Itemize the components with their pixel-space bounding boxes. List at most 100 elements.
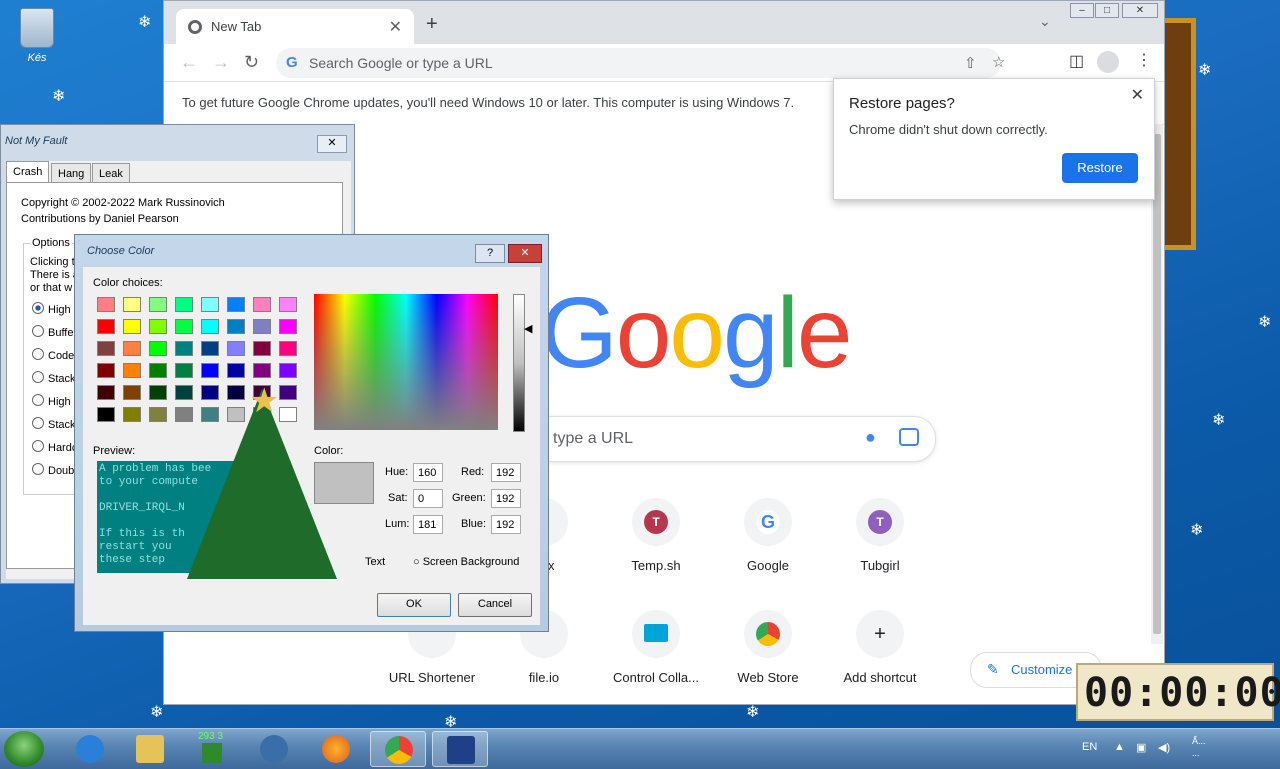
tab-new-tab[interactable]: New Tab ✕: [176, 9, 414, 44]
tab-leak[interactable]: Leak: [92, 163, 130, 184]
radio-text-label[interactable]: Text: [365, 556, 385, 568]
blue-field[interactable]: 192: [491, 515, 521, 534]
language-indicator[interactable]: EN: [1082, 741, 1097, 753]
color-swatch[interactable]: [149, 407, 167, 422]
luminance-arrow-icon[interactable]: ◀: [524, 322, 532, 335]
color-swatch[interactable]: [175, 319, 193, 334]
color-swatch[interactable]: [123, 319, 141, 334]
color-swatch[interactable]: [149, 319, 167, 334]
close-button[interactable]: ✕: [508, 244, 542, 263]
tab-hang[interactable]: Hang: [51, 163, 92, 184]
color-swatch[interactable]: [97, 297, 115, 312]
color-swatch[interactable]: [123, 297, 141, 312]
color-swatch[interactable]: [149, 297, 167, 312]
timer-gadget[interactable]: 00:00:00: [1076, 663, 1280, 721]
color-swatch[interactable]: [227, 319, 245, 334]
shortcut-tile[interactable]: T Tubgirl: [824, 498, 936, 598]
color-swatch[interactable]: [97, 363, 115, 378]
color-swatch[interactable]: [201, 297, 219, 312]
recycle-bin-icon[interactable]: Kés: [14, 8, 60, 64]
radio-buffer-overflow[interactable]: Buffer: [32, 325, 77, 339]
color-swatch[interactable]: [97, 407, 115, 422]
color-swatch[interactable]: [97, 385, 115, 400]
omnibox[interactable]: G Search Google or type a URL ⇧ ☆: [276, 48, 1005, 78]
color-swatch[interactable]: [175, 341, 193, 356]
color-swatch[interactable]: [175, 297, 193, 312]
color-swatch[interactable]: [253, 297, 271, 312]
sat-field[interactable]: 0: [413, 489, 443, 508]
back-arrow-icon[interactable]: ←: [180, 52, 198, 73]
color-swatch[interactable]: [279, 341, 297, 356]
profile-avatar-icon[interactable]: [1097, 51, 1119, 73]
color-swatch[interactable]: [279, 363, 297, 378]
color-swatch[interactable]: [97, 319, 115, 334]
side-panel-icon[interactable]: ◫: [1069, 51, 1084, 71]
color-swatch[interactable]: [149, 341, 167, 356]
maximize-button[interactable]: □: [1095, 3, 1119, 18]
camera-lens-icon[interactable]: [899, 428, 919, 446]
taskbar-explorer[interactable]: [122, 731, 178, 767]
close-window-button[interactable]: ✕: [1122, 3, 1158, 18]
taskbar-ie[interactable]: [62, 731, 118, 767]
color-swatch[interactable]: [253, 363, 271, 378]
color-spectrum[interactable]: [314, 294, 498, 430]
radio-hardcoded[interactable]: Hardc: [32, 440, 77, 454]
cancel-button[interactable]: Cancel: [458, 593, 532, 617]
menu-kebab-icon[interactable]: ⋮: [1136, 50, 1152, 70]
clock[interactable]: Ấ... ...: [1192, 735, 1206, 759]
radio-stack-trash[interactable]: Stack: [32, 371, 76, 385]
shortcut-tile[interactable]: G Google: [712, 498, 824, 598]
color-swatch[interactable]: [97, 341, 115, 356]
color-swatch[interactable]: [123, 363, 141, 378]
taskbar-firefox[interactable]: [308, 731, 364, 767]
color-swatch[interactable]: [149, 363, 167, 378]
network-icon[interactable]: ▣: [1136, 741, 1146, 754]
color-swatch[interactable]: [253, 341, 271, 356]
new-tab-button[interactable]: +: [426, 13, 438, 36]
color-swatch[interactable]: [201, 341, 219, 356]
add-shortcut-tile[interactable]: + Add shortcut: [824, 610, 936, 710]
color-swatch[interactable]: [149, 385, 167, 400]
color-swatch[interactable]: [201, 319, 219, 334]
tab-crash[interactable]: Crash: [6, 161, 50, 184]
shortcut-tile[interactable]: T Temp.sh: [600, 498, 712, 598]
close-tab-icon[interactable]: ✕: [389, 17, 402, 37]
volume-icon[interactable]: ◀): [1158, 741, 1170, 754]
close-button[interactable]: ✕: [317, 135, 347, 153]
taskbar-notmyfault[interactable]: [432, 731, 488, 767]
color-swatch[interactable]: [123, 385, 141, 400]
ok-button[interactable]: OK: [377, 593, 451, 617]
green-field[interactable]: 192: [491, 489, 521, 508]
color-swatch[interactable]: [175, 363, 193, 378]
taskbar-tree-gadget[interactable]: 293 3: [184, 731, 240, 767]
taskbar-network[interactable]: [246, 731, 302, 767]
color-swatch[interactable]: [279, 297, 297, 312]
lum-field[interactable]: 181: [413, 515, 443, 534]
color-swatch[interactable]: [201, 363, 219, 378]
share-icon[interactable]: ⇧: [964, 54, 977, 72]
color-swatch[interactable]: [227, 297, 245, 312]
microphone-icon[interactable]: ●: [865, 427, 876, 448]
color-swatch[interactable]: [123, 407, 141, 422]
radio-high-irql-2[interactable]: High II: [32, 394, 80, 408]
color-swatch[interactable]: [279, 319, 297, 334]
scrollbar[interactable]: [1151, 124, 1163, 644]
minimize-button[interactable]: –: [1070, 3, 1094, 18]
tab-search-chevron-icon[interactable]: ⌄: [1039, 13, 1051, 30]
taskbar-chrome[interactable]: [370, 731, 426, 767]
shortcut-tile[interactable]: Web Store: [712, 610, 824, 710]
shortcut-tile[interactable]: Control Colla...: [600, 610, 712, 710]
start-button[interactable]: [4, 731, 44, 767]
forward-arrow-icon[interactable]: →: [212, 52, 230, 73]
color-swatch[interactable]: [227, 363, 245, 378]
radio-stack-overflow[interactable]: Stack: [32, 417, 76, 431]
restore-button[interactable]: Restore: [1062, 153, 1138, 183]
scrollbar-thumb[interactable]: [1153, 134, 1161, 634]
radio-high-irql[interactable]: High I: [32, 302, 77, 316]
color-swatch[interactable]: [227, 341, 245, 356]
red-field[interactable]: 192: [491, 463, 521, 482]
hue-field[interactable]: 160: [413, 463, 443, 482]
color-swatch[interactable]: [253, 319, 271, 334]
color-swatch[interactable]: [123, 341, 141, 356]
tray-arrow-icon[interactable]: ▲: [1114, 741, 1125, 753]
